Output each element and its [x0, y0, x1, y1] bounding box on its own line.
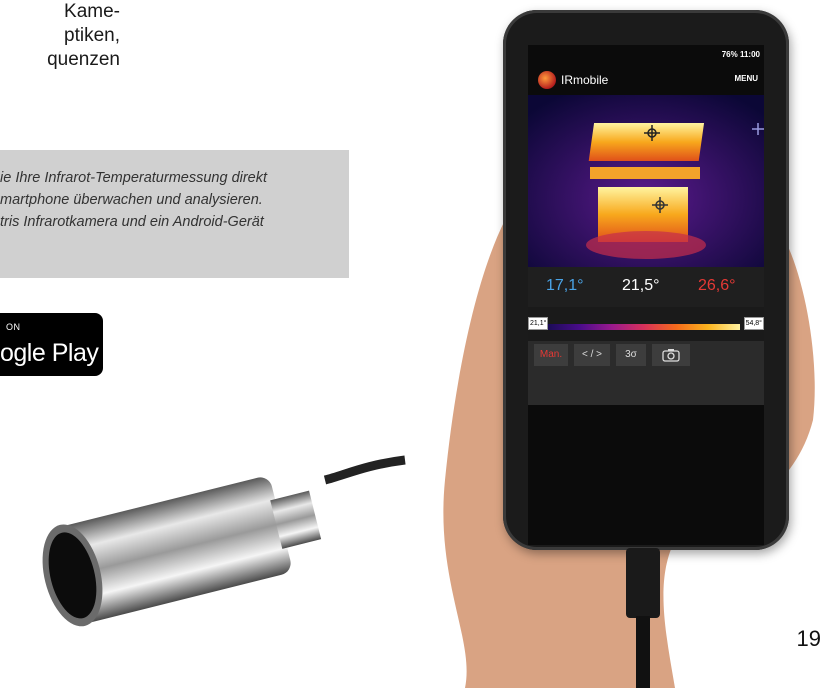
camera-button[interactable]: [652, 344, 690, 366]
usb-plug: [626, 548, 660, 618]
menu-button[interactable]: MENU: [734, 74, 758, 83]
google-play-badge[interactable]: ON ogle Play: [0, 313, 103, 376]
phone-screen: 76% 11:00 IRmobile MENU 17,1° 21,5° 26,6…: [528, 45, 764, 545]
info-box: ie Ihre Infrarot-Temperaturmessung direk…: [0, 150, 349, 278]
camera-icon: [662, 349, 680, 362]
range-button[interactable]: < / >: [574, 344, 610, 366]
scale-high-label[interactable]: 54,8°: [743, 317, 764, 330]
sigma-button[interactable]: 3σ: [616, 344, 646, 366]
app-logo-icon: [538, 71, 556, 89]
thermal-image: [528, 95, 764, 267]
badge-small-text: ON: [6, 322, 21, 332]
center-temp-readout: 21,5°: [622, 277, 660, 294]
mode-button[interactable]: Man.: [534, 344, 568, 366]
status-text: 76% 11:00: [721, 50, 760, 59]
max-temp-readout: 26,6°: [698, 277, 736, 294]
app-title: IRmobile: [561, 73, 609, 87]
info-line-3: tris Infrarotkamera und ein Android-Gerä…: [0, 214, 264, 230]
intro-text: Kame- ptiken, quenzen: [0, 0, 120, 72]
info-line-2: martphone überwachen und analysieren.: [0, 192, 263, 208]
cable-shape: [323, 455, 406, 485]
intro-line-3: quenzen: [47, 49, 120, 70]
app-bar: IRmobile MENU: [528, 65, 764, 95]
control-bar: Man. < / > 3σ: [528, 341, 764, 405]
badge-big-text: ogle Play: [0, 339, 99, 367]
palette-bar[interactable]: [548, 324, 740, 330]
usb-cable: [636, 616, 650, 688]
min-temp-readout: 17,1°: [546, 277, 584, 294]
intro-line-1: Kame-: [64, 1, 120, 22]
intro-line-2: ptiken,: [64, 25, 120, 46]
info-line-1: ie Ihre Infrarot-Temperaturmessung direk…: [0, 170, 268, 186]
page-number: 19: [796, 626, 821, 651]
scale-low-label[interactable]: 21,1°: [528, 317, 549, 330]
temperature-readouts: 17,1° 21,5° 26,6°: [528, 267, 764, 307]
color-scale: 21,1° 54,8°: [528, 307, 764, 341]
status-bar: 76% 11:00: [528, 45, 764, 65]
